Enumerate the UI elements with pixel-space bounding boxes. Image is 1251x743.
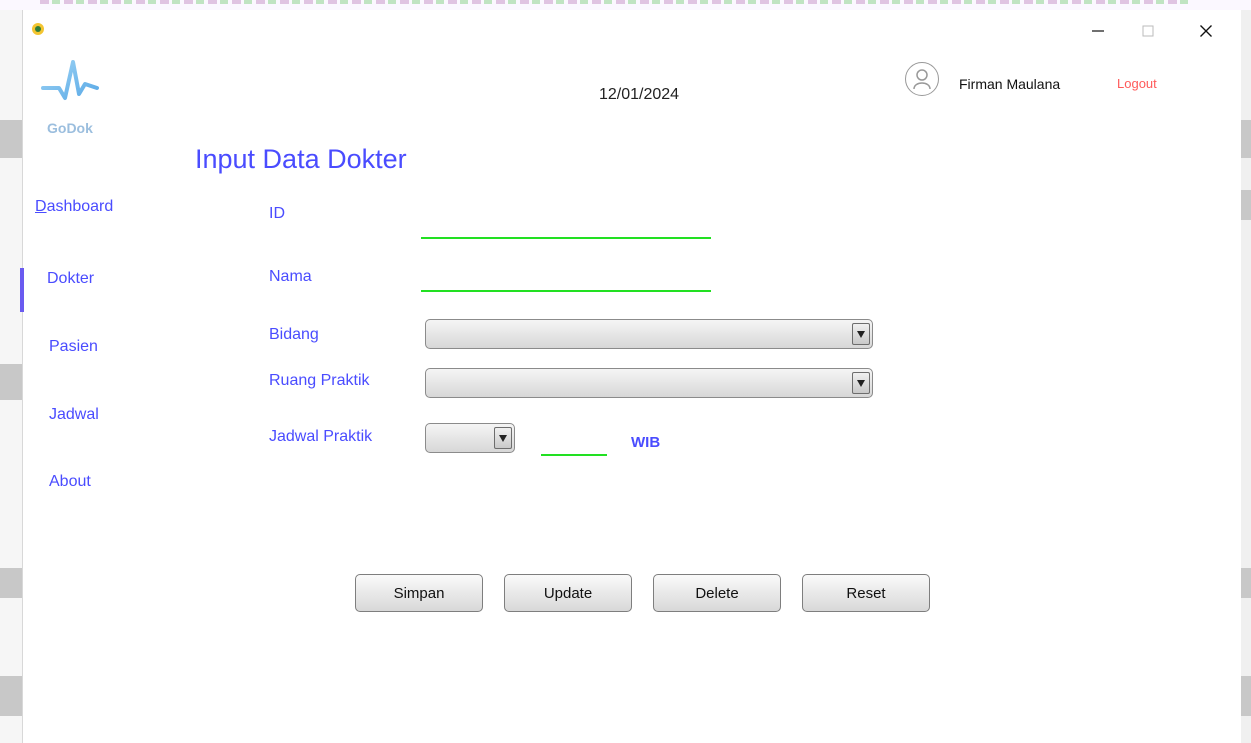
page-title: Input Data Dokter <box>195 144 407 174</box>
reset-button[interactable]: Reset <box>802 574 930 612</box>
app-window: GoDok 12/01/2024 Firman Maulana Logout I… <box>20 10 1241 743</box>
background-editor-band <box>1240 190 1251 220</box>
background-code-text <box>40 0 1190 4</box>
logout-link[interactable]: Logout <box>1117 76 1157 91</box>
id-field[interactable] <box>421 214 711 238</box>
update-button[interactable]: Update <box>504 574 632 612</box>
sidebar-item-dokter[interactable]: Dokter <box>47 270 94 288</box>
delete-button[interactable]: Delete <box>653 574 781 612</box>
user-icon <box>913 69 931 90</box>
chevron-down-icon <box>857 330 865 338</box>
jadwal-dropdown-arrow[interactable] <box>494 427 512 449</box>
bidang-label: Bidang <box>269 326 319 343</box>
ruang-praktik-label: Ruang Praktik <box>269 372 370 389</box>
jadwal-praktik-dropdown[interactable] <box>425 423 515 453</box>
ruang-praktik-dropdown[interactable] <box>425 368 873 398</box>
wib-label: WIB <box>631 434 661 451</box>
jadwal-praktik-label: Jadwal Praktik <box>269 428 373 445</box>
godok-logo-icon <box>41 60 99 100</box>
jam-field-underline <box>541 454 607 456</box>
maximize-icon <box>1142 25 1154 37</box>
id-field-underline <box>421 237 711 239</box>
current-date: 12/01/2024 <box>599 86 680 103</box>
close-icon <box>1200 25 1212 37</box>
chevron-down-icon <box>857 379 865 387</box>
chevron-down-icon <box>499 434 507 442</box>
background-editor-band <box>1240 676 1251 716</box>
background-editor-band <box>0 568 22 598</box>
user-name: Firman Maulana <box>959 76 1061 92</box>
id-label: ID <box>269 205 285 222</box>
background-editor-top <box>0 0 1251 10</box>
bidang-dropdown[interactable] <box>425 319 873 349</box>
active-nav-indicator <box>20 268 24 312</box>
logo-text: GoDok <box>47 120 93 136</box>
background-editor-band <box>0 676 22 716</box>
nama-field-underline <box>421 290 711 292</box>
background-editor-band <box>1240 568 1251 598</box>
sidebar-item-pasien[interactable]: Pasien <box>49 338 98 356</box>
java-app-icon <box>32 23 44 35</box>
background-editor-band <box>1240 120 1251 158</box>
sidebar-item-dashboard[interactable]: Dashboard <box>35 198 113 216</box>
sidebar-item-jadwal[interactable]: Jadwal <box>49 406 99 424</box>
minimize-icon <box>1092 30 1104 32</box>
nama-field[interactable] <box>421 268 711 292</box>
nama-label: Nama <box>269 268 312 285</box>
maximize-button[interactable] <box>1125 14 1171 48</box>
ruang-dropdown-arrow[interactable] <box>852 372 870 394</box>
background-editor-band <box>0 364 22 400</box>
user-avatar <box>905 62 939 96</box>
background-editor-left <box>0 0 22 743</box>
dashboard-label-rest: ashboard <box>46 198 114 215</box>
background-editor-band <box>0 120 22 158</box>
background-editor-right <box>1240 0 1251 743</box>
simpan-button[interactable]: Simpan <box>355 574 483 612</box>
sidebar-item-about[interactable]: About <box>49 473 91 491</box>
close-button[interactable] <box>1183 14 1229 48</box>
jam-field[interactable] <box>541 430 607 454</box>
dashboard-mnemonic: D <box>35 198 47 215</box>
bidang-dropdown-arrow[interactable] <box>852 323 870 345</box>
minimize-button[interactable] <box>1075 14 1121 48</box>
